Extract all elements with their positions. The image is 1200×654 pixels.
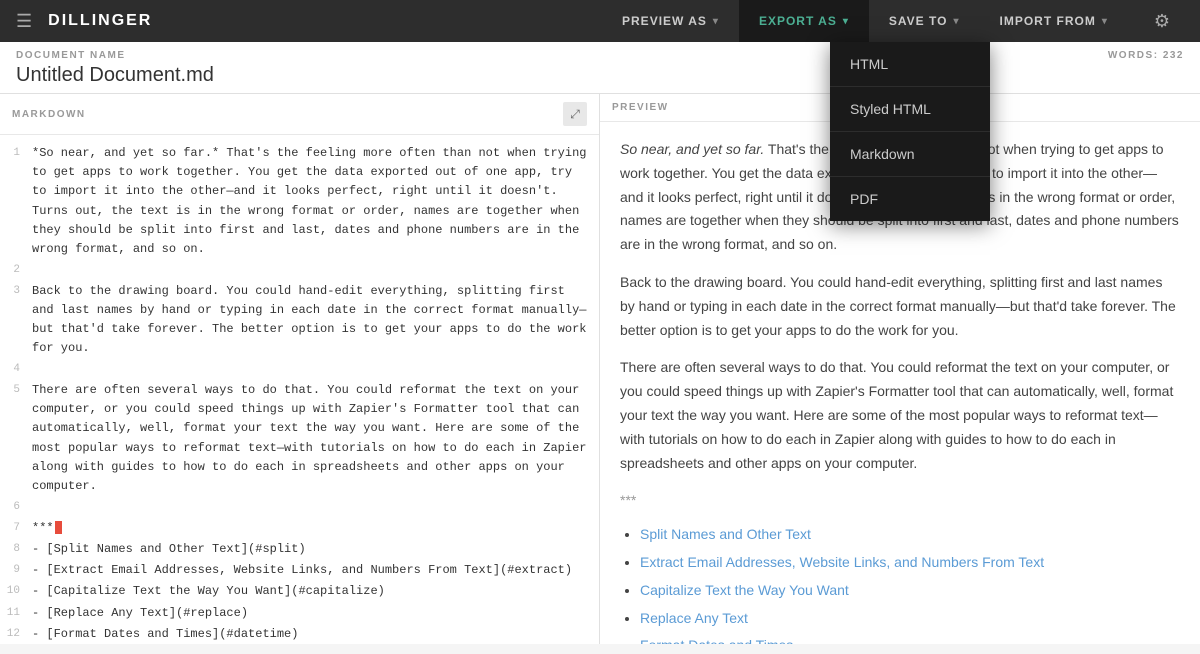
words-count: 232 (1163, 50, 1184, 61)
markdown-line: 1*So near, and yet so far.* That's the f… (0, 143, 599, 260)
preview-paragraph: Back to the drawing board. You could han… (620, 271, 1180, 342)
words-label: WORDS: 232 (1108, 50, 1184, 61)
line-content[interactable] (32, 360, 599, 379)
markdown-line: 3Back to the drawing board. You could ha… (0, 281, 599, 360)
export-dropdown-item-markdown[interactable]: Markdown (830, 132, 990, 177)
markdown-line: 4 (0, 359, 599, 380)
header: ☰ DILLINGER PREVIEW AS ▾ EXPORT AS ▾ SAV… (0, 0, 1200, 42)
header-nav: PREVIEW AS ▾ EXPORT AS ▾ SAVE TO ▾ IMPOR… (602, 0, 1128, 42)
chevron-down-icon: ▾ (953, 16, 959, 27)
markdown-line: 5There are often several ways to do that… (0, 380, 599, 497)
line-number: 12 (0, 625, 32, 644)
line-number: 3 (0, 282, 32, 359)
settings-icon[interactable]: ⚙ (1140, 11, 1184, 32)
line-content[interactable]: - [Capitalize Text the Way You Want](#ca… (32, 582, 599, 601)
preview-link[interactable]: Format Dates and Times (640, 637, 793, 644)
line-number: 2 (0, 261, 32, 280)
app-logo: DILLINGER (48, 12, 152, 30)
markdown-line: 9- [Extract Email Addresses, Website Lin… (0, 560, 599, 581)
chevron-down-icon: ▾ (843, 16, 849, 27)
markdown-pane: MARKDOWN ⤢ 1*So near, and yet so far.* T… (0, 94, 600, 644)
line-number: 10 (0, 582, 32, 601)
line-content[interactable]: - [Replace Any Text](#replace) (32, 604, 599, 623)
line-number: 6 (0, 498, 32, 517)
preview-link[interactable]: Split Names and Other Text (640, 526, 811, 542)
markdown-pane-header: MARKDOWN ⤢ (0, 94, 599, 135)
chevron-down-icon: ▾ (1102, 16, 1108, 27)
document-name-label: DOCUMENT NAME (16, 50, 214, 61)
preview-links-list: Split Names and Other Text Extract Email … (620, 523, 1180, 644)
preview-label: PREVIEW (612, 102, 669, 113)
markdown-line: 2 (0, 260, 599, 281)
markdown-line: 10- [Capitalize Text the Way You Want](#… (0, 581, 599, 602)
line-number: 9 (0, 561, 32, 580)
markdown-editor[interactable]: 1*So near, and yet so far.* That's the f… (0, 135, 599, 644)
nav-import-from[interactable]: IMPORT FROM ▾ (980, 0, 1128, 42)
nav-preview-as[interactable]: PREVIEW AS ▾ (602, 0, 739, 42)
list-item: Capitalize Text the Way You Want (640, 579, 1180, 603)
line-content[interactable] (32, 498, 599, 517)
list-item: Split Names and Other Text (640, 523, 1180, 547)
chevron-down-icon: ▾ (713, 16, 719, 27)
preview-hr: *** (620, 489, 1180, 513)
markdown-line: 8- [Split Names and Other Text](#split) (0, 539, 599, 560)
line-number: 5 (0, 381, 32, 496)
export-dropdown-item-styled-html[interactable]: Styled HTML (830, 87, 990, 132)
line-content[interactable] (32, 261, 599, 280)
markdown-line: 6 (0, 497, 599, 518)
export-dropdown-item-html[interactable]: HTML (830, 42, 990, 87)
list-item: Format Dates and Times (640, 634, 1180, 644)
line-content[interactable]: Back to the drawing board. You could han… (32, 282, 599, 359)
list-item: Replace Any Text (640, 607, 1180, 631)
markdown-line: 11- [Replace Any Text](#replace) (0, 603, 599, 624)
line-number: 11 (0, 604, 32, 623)
line-content[interactable]: *** (32, 519, 599, 538)
line-content[interactable]: *So near, and yet so far.* That's the fe… (32, 144, 599, 259)
nav-export-as[interactable]: EXPORT AS ▾ (739, 0, 869, 42)
expand-button[interactable]: ⤢ (563, 102, 587, 126)
markdown-label: MARKDOWN (12, 109, 86, 120)
menu-icon[interactable]: ☰ (16, 11, 32, 32)
export-dropdown-item-pdf[interactable]: PDF (830, 177, 990, 221)
line-number: 1 (0, 144, 32, 259)
list-item: Extract Email Addresses, Website Links, … (640, 551, 1180, 575)
line-number: 7 (0, 519, 32, 538)
preview-paragraph: There are often several ways to do that.… (620, 356, 1180, 475)
markdown-line: 12- [Format Dates and Times](#datetime) (0, 624, 599, 644)
document-name[interactable]: Untitled Document.md (16, 64, 214, 87)
markdown-line: 7*** (0, 518, 599, 539)
main-content: MARKDOWN ⤢ 1*So near, and yet so far.* T… (0, 94, 1200, 644)
line-content[interactable]: - [Format Dates and Times](#datetime) (32, 625, 599, 644)
line-number: 4 (0, 360, 32, 379)
nav-save-to[interactable]: SAVE TO ▾ (869, 0, 980, 42)
document-bar: DOCUMENT NAME Untitled Document.md WORDS… (0, 42, 1200, 94)
line-content[interactable]: - [Extract Email Addresses, Website Link… (32, 561, 599, 580)
preview-link[interactable]: Extract Email Addresses, Website Links, … (640, 554, 1044, 570)
line-number: 8 (0, 540, 32, 559)
export-dropdown: HTMLStyled HTMLMarkdownPDF (830, 42, 990, 221)
preview-link[interactable]: Capitalize Text the Way You Want (640, 582, 849, 598)
preview-link[interactable]: Replace Any Text (640, 610, 748, 626)
line-content[interactable]: There are often several ways to do that.… (32, 381, 599, 496)
line-content[interactable]: - [Split Names and Other Text](#split) (32, 540, 599, 559)
